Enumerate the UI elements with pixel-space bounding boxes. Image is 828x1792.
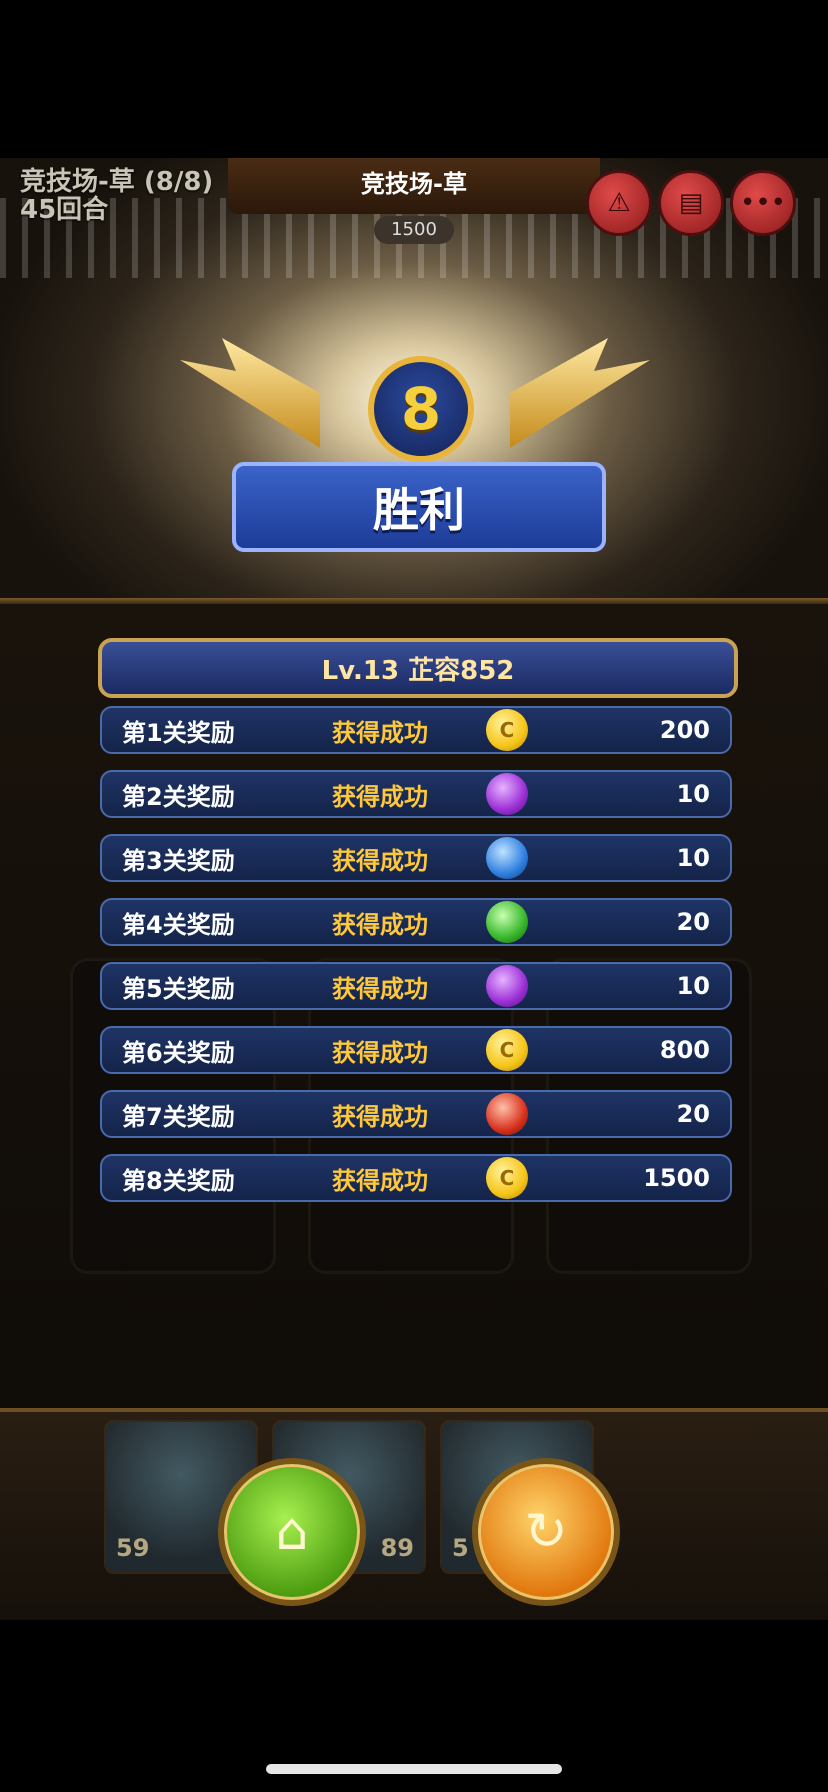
red-orb-icon <box>486 1093 528 1135</box>
arena-title: 竞技场-草 <box>228 158 600 214</box>
reward-status: 获得成功 <box>332 910 428 939</box>
reward-status: 获得成功 <box>332 1102 428 1131</box>
reward-amount: 20 <box>676 1100 710 1128</box>
screen: 59 89 5 竞技场-草 (8/8) 45回合 竞技场-草 1500 ⚠ ▤ … <box>0 0 828 1792</box>
reward-row: 第6关奖励 获得成功 C 800 <box>100 1026 732 1074</box>
purple-orb-icon <box>486 965 528 1007</box>
victory-ribbon: 胜利 <box>232 462 606 552</box>
reward-label: 第1关奖励 <box>122 718 235 747</box>
stage-info: 竞技场-草 (8/8) 45回合 <box>20 168 213 224</box>
purple-orb-icon <box>486 773 528 815</box>
reward-status: 获得成功 <box>332 718 428 747</box>
home-button[interactable]: ⌂ <box>218 1458 366 1606</box>
triangle-icon: ⚠ <box>607 188 631 218</box>
reward-status: 获得成功 <box>332 974 428 1003</box>
more-button[interactable]: ••• <box>730 170 796 236</box>
reward-status: 获得成功 <box>332 1166 428 1195</box>
reward-row: 第8关奖励 获得成功 C 1500 <box>100 1154 732 1202</box>
gold-coin-icon: C <box>486 709 528 751</box>
reward-label: 第3关奖励 <box>122 846 235 875</box>
player-header: Lv.13 芷容852 <box>98 638 738 698</box>
reward-row: 第1关奖励 获得成功 C 200 <box>100 706 732 754</box>
retry-button[interactable]: ↻ <box>472 1458 620 1606</box>
stage-name: 竞技场-草 (8/8) <box>20 167 214 197</box>
green-orb-icon <box>486 901 528 943</box>
hero-level: 5 <box>452 1534 469 1562</box>
victory-badge: 8 胜利 <box>180 308 650 668</box>
reward-row: 第7关奖励 获得成功 20 <box>100 1090 732 1138</box>
reward-amount: 200 <box>659 716 710 744</box>
reward-label: 第4关奖励 <box>122 910 235 939</box>
reward-amount: 1500 <box>643 1164 710 1192</box>
round-count: 45回合 <box>20 195 109 225</box>
arena-score: 1500 <box>374 216 454 244</box>
reward-label: 第6关奖励 <box>122 1038 235 1067</box>
reward-amount: 10 <box>676 780 710 808</box>
retry-icon: ↻ <box>524 1502 568 1562</box>
reward-row: 第5关奖励 获得成功 10 <box>100 962 732 1010</box>
reward-row: 第4关奖励 获得成功 20 <box>100 898 732 946</box>
reward-status: 获得成功 <box>332 1038 428 1067</box>
reward-row: 第2关奖励 获得成功 10 <box>100 770 732 818</box>
reward-amount: 10 <box>676 972 710 1000</box>
triangle-button[interactable]: ⚠ <box>586 170 652 236</box>
reward-label: 第2关奖励 <box>122 782 235 811</box>
right-wing-icon <box>510 338 650 448</box>
home-icon: ⌂ <box>275 1502 309 1562</box>
hero-level: 59 <box>116 1534 150 1562</box>
reward-label: 第7关奖励 <box>122 1102 235 1131</box>
blue-drop-icon <box>486 837 528 879</box>
hero-level: 89 <box>380 1534 414 1562</box>
reward-status: 获得成功 <box>332 782 428 811</box>
reward-amount: 20 <box>676 908 710 936</box>
reward-label: 第8关奖励 <box>122 1166 235 1195</box>
more-icon: ••• <box>739 188 786 218</box>
reward-amount: 10 <box>676 844 710 872</box>
home-indicator[interactable] <box>266 1764 562 1774</box>
game-view: 59 89 5 竞技场-草 (8/8) 45回合 竞技场-草 1500 ⚠ ▤ … <box>0 158 828 1620</box>
log-button[interactable]: ▤ <box>658 170 724 236</box>
gold-coin-icon: C <box>486 1157 528 1199</box>
reward-amount: 800 <box>659 1036 710 1064</box>
reward-label: 第5关奖励 <box>122 974 235 1003</box>
gold-coin-icon: C <box>486 1029 528 1071</box>
reward-status: 获得成功 <box>332 846 428 875</box>
left-wing-icon <box>180 338 320 448</box>
rank-medal: 8 <box>368 356 474 462</box>
reward-row: 第3关奖励 获得成功 10 <box>100 834 732 882</box>
scroll-icon: ▤ <box>678 188 704 218</box>
